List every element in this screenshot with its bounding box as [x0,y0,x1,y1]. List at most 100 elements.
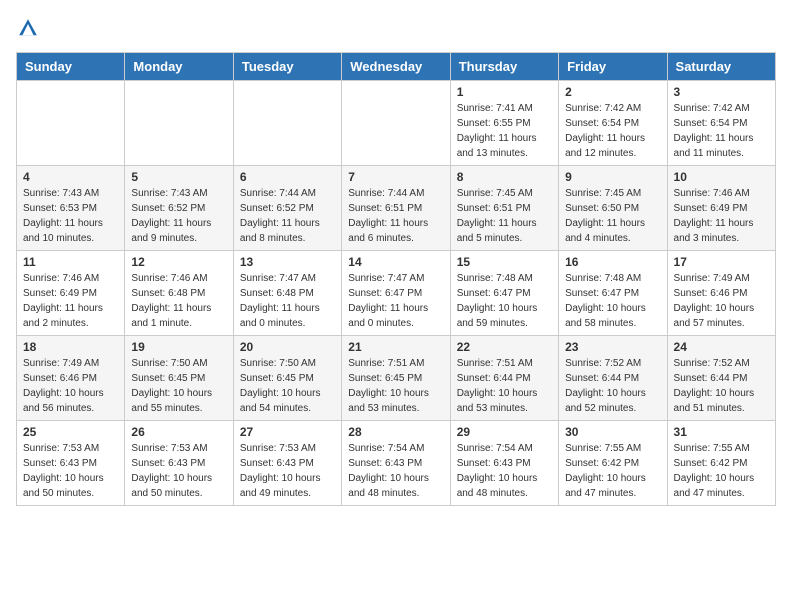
calendar-cell: 9 Sunrise: 7:45 AM Sunset: 6:50 PM Daylig… [559,166,667,251]
day-number: 29 [457,425,552,439]
calendar-cell: 25 Sunrise: 7:53 AM Sunset: 6:43 PM Dayli… [17,421,125,506]
day-number: 18 [23,340,118,354]
day-number: 31 [674,425,769,439]
day-info: Sunrise: 7:51 AM Sunset: 6:44 PM Dayligh… [457,356,552,416]
calendar-cell: 29 Sunrise: 7:54 AM Sunset: 6:43 PM Dayli… [450,421,558,506]
calendar-cell: 8 Sunrise: 7:45 AM Sunset: 6:51 PM Daylig… [450,166,558,251]
day-number: 3 [674,85,769,99]
calendar-week-5: 25 Sunrise: 7:53 AM Sunset: 6:43 PM Dayli… [17,421,776,506]
calendar-cell [342,81,450,166]
calendar-header-tuesday: Tuesday [233,53,341,81]
calendar-week-2: 4 Sunrise: 7:43 AM Sunset: 6:53 PM Daylig… [17,166,776,251]
calendar-week-4: 18 Sunrise: 7:49 AM Sunset: 6:46 PM Dayli… [17,336,776,421]
calendar-cell: 14Sunrise: 7:47 AM Sunset: 6:47 PM Dayli… [342,251,450,336]
day-info: Sunrise: 7:54 AM Sunset: 6:43 PM Dayligh… [457,441,552,501]
day-number: 26 [131,425,226,439]
day-info: Sunrise: 7:46 AM Sunset: 6:48 PM Dayligh… [131,271,226,331]
page-header [16,16,776,40]
day-info: Sunrise: 7:48 AM Sunset: 6:47 PM Dayligh… [457,271,552,331]
day-info: Sunrise: 7:49 AM Sunset: 6:46 PM Dayligh… [23,356,118,416]
day-number: 9 [565,170,660,184]
day-number: 6 [240,170,335,184]
calendar-cell: 22 Sunrise: 7:51 AM Sunset: 6:44 PM Dayli… [450,336,558,421]
day-number: 21 [348,340,443,354]
day-info: Sunrise: 7:45 AM Sunset: 6:51 PM Dayligh… [457,186,552,246]
calendar-cell: 16 Sunrise: 7:48 AM Sunset: 6:47 PM Dayli… [559,251,667,336]
calendar-cell: 20Sunrise: 7:50 AM Sunset: 6:45 PM Dayli… [233,336,341,421]
day-info: Sunrise: 7:55 AM Sunset: 6:42 PM Dayligh… [565,441,660,501]
day-info: Sunrise: 7:46 AM Sunset: 6:49 PM Dayligh… [23,271,118,331]
calendar-header-thursday: Thursday [450,53,558,81]
calendar-cell [233,81,341,166]
logo-icon [16,16,40,40]
calendar-cell: 15 Sunrise: 7:48 AM Sunset: 6:47 PM Dayli… [450,251,558,336]
day-info: Sunrise: 7:42 AM Sunset: 6:54 PM Dayligh… [674,101,769,161]
day-info: Sunrise: 7:45 AM Sunset: 6:50 PM Dayligh… [565,186,660,246]
calendar-header-friday: Friday [559,53,667,81]
day-info: Sunrise: 7:54 AM Sunset: 6:43 PM Dayligh… [348,441,443,501]
calendar-cell: 18 Sunrise: 7:49 AM Sunset: 6:46 PM Dayli… [17,336,125,421]
day-number: 4 [23,170,118,184]
day-number: 12 [131,255,226,269]
day-info: Sunrise: 7:43 AM Sunset: 6:53 PM Dayligh… [23,186,118,246]
day-number: 16 [565,255,660,269]
day-number: 20 [240,340,335,354]
day-info: Sunrise: 7:52 AM Sunset: 6:44 PM Dayligh… [674,356,769,416]
day-info: Sunrise: 7:52 AM Sunset: 6:44 PM Dayligh… [565,356,660,416]
day-number: 27 [240,425,335,439]
day-number: 30 [565,425,660,439]
day-number: 25 [23,425,118,439]
calendar-cell: 3 Sunrise: 7:42 AM Sunset: 6:54 PM Daylig… [667,81,775,166]
calendar-header-monday: Monday [125,53,233,81]
calendar-cell: 2Sunrise: 7:42 AM Sunset: 6:54 PM Daylig… [559,81,667,166]
calendar-header-row: SundayMondayTuesdayWednesdayThursdayFrid… [17,53,776,81]
day-number: 28 [348,425,443,439]
day-number: 24 [674,340,769,354]
day-number: 8 [457,170,552,184]
calendar-cell: 23 Sunrise: 7:52 AM Sunset: 6:44 PM Dayli… [559,336,667,421]
calendar-cell [17,81,125,166]
day-info: Sunrise: 7:41 AM Sunset: 6:55 PM Dayligh… [457,101,552,161]
day-info: Sunrise: 7:47 AM Sunset: 6:48 PM Dayligh… [240,271,335,331]
day-info: Sunrise: 7:48 AM Sunset: 6:47 PM Dayligh… [565,271,660,331]
day-number: 7 [348,170,443,184]
calendar-header-wednesday: Wednesday [342,53,450,81]
calendar-cell: 1 Sunrise: 7:41 AM Sunset: 6:55 PM Daylig… [450,81,558,166]
day-info: Sunrise: 7:49 AM Sunset: 6:46 PM Dayligh… [674,271,769,331]
day-number: 2 [565,85,660,99]
day-info: Sunrise: 7:44 AM Sunset: 6:52 PM Dayligh… [240,186,335,246]
logo [16,16,44,40]
calendar-header-saturday: Saturday [667,53,775,81]
day-number: 14 [348,255,443,269]
calendar-cell: 31 Sunrise: 7:55 AM Sunset: 6:42 PM Dayli… [667,421,775,506]
calendar-cell [125,81,233,166]
day-info: Sunrise: 7:53 AM Sunset: 6:43 PM Dayligh… [23,441,118,501]
calendar-cell: 24 Sunrise: 7:52 AM Sunset: 6:44 PM Dayli… [667,336,775,421]
day-number: 13 [240,255,335,269]
day-number: 22 [457,340,552,354]
calendar-cell: 21 Sunrise: 7:51 AM Sunset: 6:45 PM Dayli… [342,336,450,421]
calendar-cell: 4 Sunrise: 7:43 AM Sunset: 6:53 PM Daylig… [17,166,125,251]
day-info: Sunrise: 7:53 AM Sunset: 6:43 PM Dayligh… [240,441,335,501]
calendar-cell: 12 Sunrise: 7:46 AM Sunset: 6:48 PM Dayli… [125,251,233,336]
day-number: 11 [23,255,118,269]
calendar-table: SundayMondayTuesdayWednesdayThursdayFrid… [16,52,776,506]
day-number: 23 [565,340,660,354]
calendar-cell: 6 Sunrise: 7:44 AM Sunset: 6:52 PM Daylig… [233,166,341,251]
day-number: 1 [457,85,552,99]
calendar-cell: 13 Sunrise: 7:47 AM Sunset: 6:48 PM Dayli… [233,251,341,336]
calendar-cell: 19 Sunrise: 7:50 AM Sunset: 6:45 PM Dayli… [125,336,233,421]
day-number: 15 [457,255,552,269]
day-info: Sunrise: 7:55 AM Sunset: 6:42 PM Dayligh… [674,441,769,501]
day-info: Sunrise: 7:51 AM Sunset: 6:45 PM Dayligh… [348,356,443,416]
day-info: Sunrise: 7:44 AM Sunset: 6:51 PM Dayligh… [348,186,443,246]
day-info: Sunrise: 7:43 AM Sunset: 6:52 PM Dayligh… [131,186,226,246]
day-info: Sunrise: 7:50 AM Sunset: 6:45 PM Dayligh… [131,356,226,416]
calendar-cell: 11 Sunrise: 7:46 AM Sunset: 6:49 PM Dayli… [17,251,125,336]
day-number: 10 [674,170,769,184]
day-number: 19 [131,340,226,354]
day-info: Sunrise: 7:46 AM Sunset: 6:49 PM Dayligh… [674,186,769,246]
calendar-week-1: 1 Sunrise: 7:41 AM Sunset: 6:55 PM Daylig… [17,81,776,166]
calendar-cell: 26Sunrise: 7:53 AM Sunset: 6:43 PM Dayli… [125,421,233,506]
calendar-header-sunday: Sunday [17,53,125,81]
